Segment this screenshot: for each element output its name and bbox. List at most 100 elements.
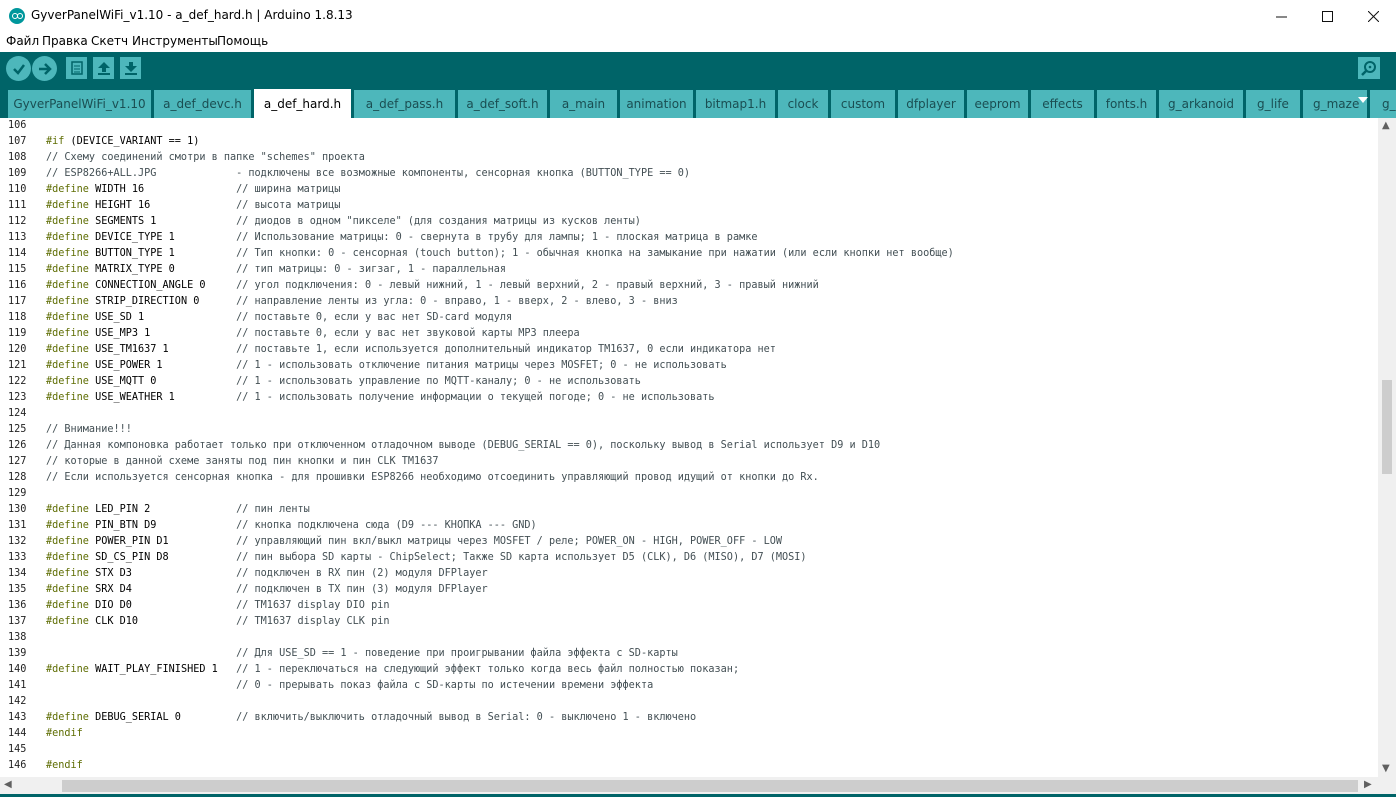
new-icon[interactable] [66, 57, 87, 79]
code-line[interactable]: 125 // Внимание!!! [0, 422, 1378, 438]
line-number: 111 [8, 200, 27, 211]
tab-custom[interactable]: custom [831, 90, 895, 118]
code-line[interactable]: 107 #if (DEVICE_VARIANT == 1) [0, 134, 1378, 150]
scroll-down-icon[interactable]: ▼ [1382, 763, 1390, 774]
tab-a-def-hard[interactable]: a_def_hard.h [254, 89, 351, 118]
tab-effects[interactable]: effects [1031, 90, 1094, 118]
open-icon[interactable] [93, 57, 114, 79]
code-editor[interactable]: 106 107 #if (DEVICE_VARIANT == 1) 108 // Схе… [0, 118, 1378, 777]
scroll-up-icon[interactable]: ▲ [1382, 120, 1390, 131]
code-line[interactable]: 109 // ESP8266+ALL.JPG - подключены все в… [0, 166, 1378, 182]
code-line[interactable]: 108 // Схему соединений смотри в папке "s… [0, 150, 1378, 166]
tab-g-arkanoid[interactable]: g_arkanoid [1159, 90, 1243, 118]
line-number: 110 [8, 184, 27, 195]
tab-bitmap1[interactable]: bitmap1.h [696, 90, 775, 118]
code-line[interactable]: 142 [0, 694, 1378, 710]
code-line[interactable]: 127 // которые в данной схеме заняты под … [0, 454, 1378, 470]
window-title: GyverPanelWiFi_v1.10 - a_def_hard.h | Ar… [31, 8, 353, 22]
preprocessor-directive: #define [46, 344, 89, 355]
line-number: 138 [8, 632, 27, 643]
save-icon[interactable] [120, 57, 141, 79]
code-line[interactable]: 137 #define CLK D10 // TM1637 display CLK… [0, 614, 1378, 630]
code-line[interactable]: 132 #define POWER_PIN D1 // управляющий п… [0, 534, 1378, 550]
line-number: 133 [8, 552, 27, 563]
code-comment: // Для USE_SD == 1 - поведение при проиг… [236, 648, 678, 659]
code-line[interactable]: 131 #define PIN_BTN D9 // кнопка подключе… [0, 518, 1378, 534]
tab-menu-chevron-down-icon[interactable] [1356, 92, 1370, 106]
upload-icon[interactable] [32, 56, 57, 81]
tab-fonts[interactable]: fonts.h [1097, 90, 1156, 118]
code-line[interactable]: 115 #define MATRIX_TYPE 0 // тип матрицы:… [0, 262, 1378, 278]
code-line[interactable]: 143 #define DEBUG_SERIAL 0 // включить/вы… [0, 710, 1378, 726]
vertical-scroll-thumb[interactable] [1382, 380, 1392, 474]
preprocessor-directive: #define [46, 568, 89, 579]
code-line[interactable]: 118 #define USE_SD 1 // поставьте 0, если… [0, 310, 1378, 326]
code-line[interactable]: 130 #define LED_PIN 2 // пин ленты [0, 502, 1378, 518]
title-bar: GyverPanelWiFi_v1.10 - a_def_hard.h | Ar… [0, 0, 1396, 32]
code-line[interactable]: 134 #define STX D3 // подключен в RX пин … [0, 566, 1378, 582]
code-line[interactable]: 135 #define SRX D4 // подключен в TX пин … [0, 582, 1378, 598]
close-icon[interactable] [1350, 0, 1396, 32]
code-line[interactable]: 126 // Данная компоновка работает только … [0, 438, 1378, 454]
tab-a-main[interactable]: a_main [550, 90, 617, 118]
maximize-icon[interactable] [1304, 0, 1350, 32]
menu-sketch[interactable]: Скетч [91, 34, 128, 48]
code-line[interactable]: 120 #define USE_TM1637 1 // поставьте 1, … [0, 342, 1378, 358]
code-comment: // 0 - прерывать показ файла с SD-карты … [236, 680, 654, 691]
code-text: // которые в данной схеме заняты под пин… [46, 454, 439, 470]
code-line[interactable]: 146 #endif [0, 758, 1378, 774]
menu-help[interactable]: Помощь [217, 34, 268, 48]
code-line[interactable]: 145 [0, 742, 1378, 758]
serial-monitor-icon[interactable] [1358, 57, 1380, 79]
code-line[interactable]: 113 #define DEVICE_TYPE 1 // Использовани… [0, 230, 1378, 246]
code-line[interactable]: 141 // 0 - прерывать показ файла с SD-ка… [0, 678, 1378, 694]
code-comment: // 1 - использовать отключение питания м… [236, 360, 727, 371]
tab-clock[interactable]: clock [778, 90, 828, 118]
tab-a-def-soft[interactable]: a_def_soft.h [458, 90, 547, 118]
code-line[interactable]: 121 #define USE_POWER 1 // 1 - использова… [0, 358, 1378, 374]
preprocessor-directive: #define [46, 200, 89, 211]
code-line[interactable]: 110 #define WIDTH 16 // ширина матрицы [0, 182, 1378, 198]
code-line[interactable]: 122 #define USE_MQTT 0 // 1 - использоват… [0, 374, 1378, 390]
code-line[interactable]: 123 #define USE_WEATHER 1 // 1 - использо… [0, 390, 1378, 406]
code-text: #define USE_SD 1 // поставьте 0, если у … [46, 312, 513, 323]
code-line[interactable]: 124 [0, 406, 1378, 422]
line-number: 130 [8, 504, 27, 515]
code-line[interactable]: 128 // Если используется сенсорная кнопка… [0, 470, 1378, 486]
code-line[interactable]: 119 #define USE_MP3 1 // поставьте 0, есл… [0, 326, 1378, 342]
tab-eeprom[interactable]: eeprom [967, 90, 1028, 118]
code-line[interactable]: 136 #define DIO D0 // TM1637 display DIO … [0, 598, 1378, 614]
arduino-logo-icon [9, 8, 25, 24]
code-text: #endif [46, 758, 83, 774]
minimize-icon[interactable] [1258, 0, 1304, 32]
code-line[interactable]: 133 #define SD_CS_PIN D8 // пин выбора SD… [0, 550, 1378, 566]
code-line[interactable]: 138 [0, 630, 1378, 646]
code-line[interactable]: 112 #define SEGMENTS 1 // диодов в одном … [0, 214, 1378, 230]
menu-file[interactable]: Файл [6, 34, 39, 48]
code-line[interactable]: 117 #define STRIP_DIRECTION 0 // направле… [0, 294, 1378, 310]
scroll-left-icon[interactable]: ◀ [4, 779, 12, 790]
horizontal-scroll-thumb[interactable] [62, 780, 1358, 792]
menu-tools[interactable]: Инструменты [132, 34, 218, 48]
code-line[interactable]: 114 #define BUTTON_TYPE 1 // Тип кнопки: … [0, 246, 1378, 262]
tab-gyverpanelwifi[interactable]: GyverPanelWiFi_v1.10 [8, 90, 151, 118]
scroll-right-icon[interactable]: ▶ [1364, 779, 1372, 790]
code-comment: // ширина матрицы [236, 184, 341, 195]
tab-dfplayer[interactable]: dfplayer [898, 90, 964, 118]
tab-animation[interactable]: animation [620, 90, 693, 118]
code-line[interactable]: 106 [0, 118, 1378, 134]
tab-a-def-devc[interactable]: a_def_devc.h [154, 90, 251, 118]
code-line[interactable]: 116 #define CONNECTION_ANGLE 0 // угол по… [0, 278, 1378, 294]
menu-edit[interactable]: Правка [42, 34, 88, 48]
code-line[interactable]: 129 [0, 486, 1378, 502]
code-line[interactable]: 111 #define HEIGHT 16 // высота матрицы [0, 198, 1378, 214]
verify-icon[interactable] [6, 56, 31, 81]
tab-g-truncated[interactable]: g_ [1370, 90, 1396, 118]
preprocessor-directive: #define [46, 328, 89, 339]
code-line[interactable]: 144 #endif [0, 726, 1378, 742]
tab-a-def-pass[interactable]: a_def_pass.h [354, 90, 455, 118]
code-line[interactable]: 139 // Для USE_SD == 1 - поведение при п… [0, 646, 1378, 662]
preprocessor-directive: #define [46, 520, 89, 531]
code-line[interactable]: 140 #define WAIT_PLAY_FINISHED 1 // 1 - п… [0, 662, 1378, 678]
tab-g-life[interactable]: g_life [1246, 90, 1300, 118]
